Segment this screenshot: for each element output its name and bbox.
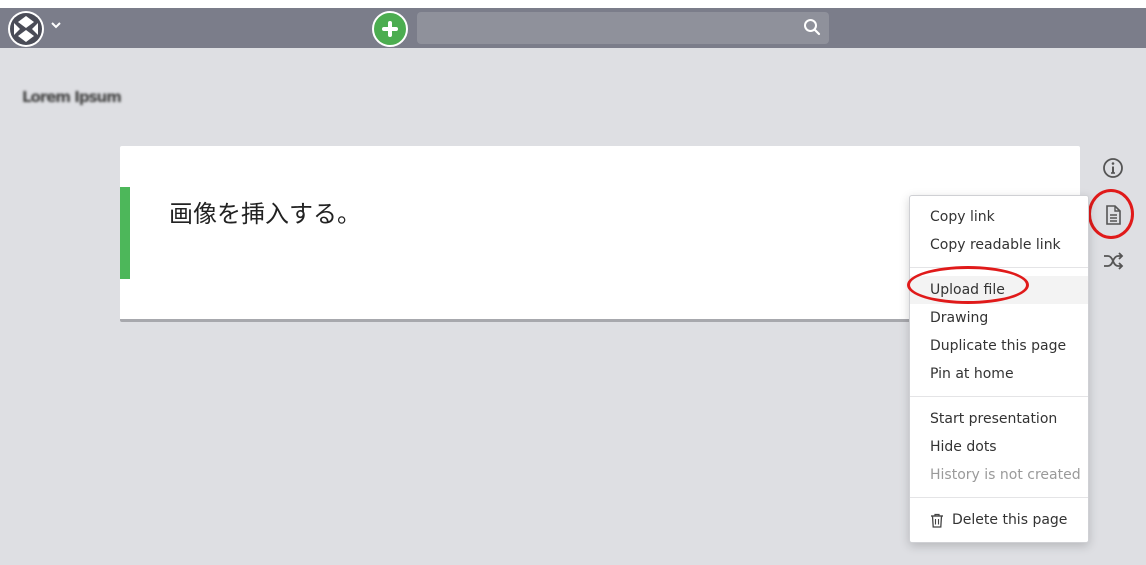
menu-item-drawing[interactable]: Drawing xyxy=(910,304,1088,332)
menu-item-duplicate-page[interactable]: Duplicate this page xyxy=(910,332,1088,360)
project-logo-icon[interactable] xyxy=(8,11,44,47)
search-icon[interactable] xyxy=(803,18,821,36)
menu-divider xyxy=(910,497,1088,498)
shuffle-icon[interactable] xyxy=(1101,249,1125,273)
menu-item-start-presentation[interactable]: Start presentation xyxy=(910,405,1088,433)
menu-item-pin-at-home[interactable]: Pin at home xyxy=(910,360,1088,388)
trash-icon xyxy=(931,513,943,528)
annotation-circle xyxy=(1088,189,1134,239)
menu-item-history: History is not created xyxy=(930,467,1081,483)
top-strip xyxy=(0,0,1146,8)
project-title[interactable]: Lorem Ipsum xyxy=(22,88,122,106)
page-menu: Copy link Copy readable link Upload file… xyxy=(909,195,1089,543)
menu-item-copy-readable-link[interactable]: Copy readable link xyxy=(910,231,1088,259)
page-line-text[interactable]: 画像を挿入する。 xyxy=(169,194,361,229)
delete-page-label: Delete this page xyxy=(952,512,1068,528)
line-accent-bar xyxy=(120,187,130,279)
menu-item-delete-page[interactable]: Delete this page xyxy=(910,506,1088,534)
menu-item-hide-dots[interactable]: Hide dots xyxy=(910,433,1088,461)
menu-divider xyxy=(910,396,1088,397)
add-page-button[interactable] xyxy=(372,11,408,47)
search-input[interactable] xyxy=(417,12,829,44)
chevron-down-icon[interactable] xyxy=(50,19,62,31)
annotation-circle xyxy=(907,266,1029,304)
menu-item-copy-link[interactable]: Copy link xyxy=(910,203,1088,231)
info-icon[interactable] xyxy=(1101,156,1125,180)
